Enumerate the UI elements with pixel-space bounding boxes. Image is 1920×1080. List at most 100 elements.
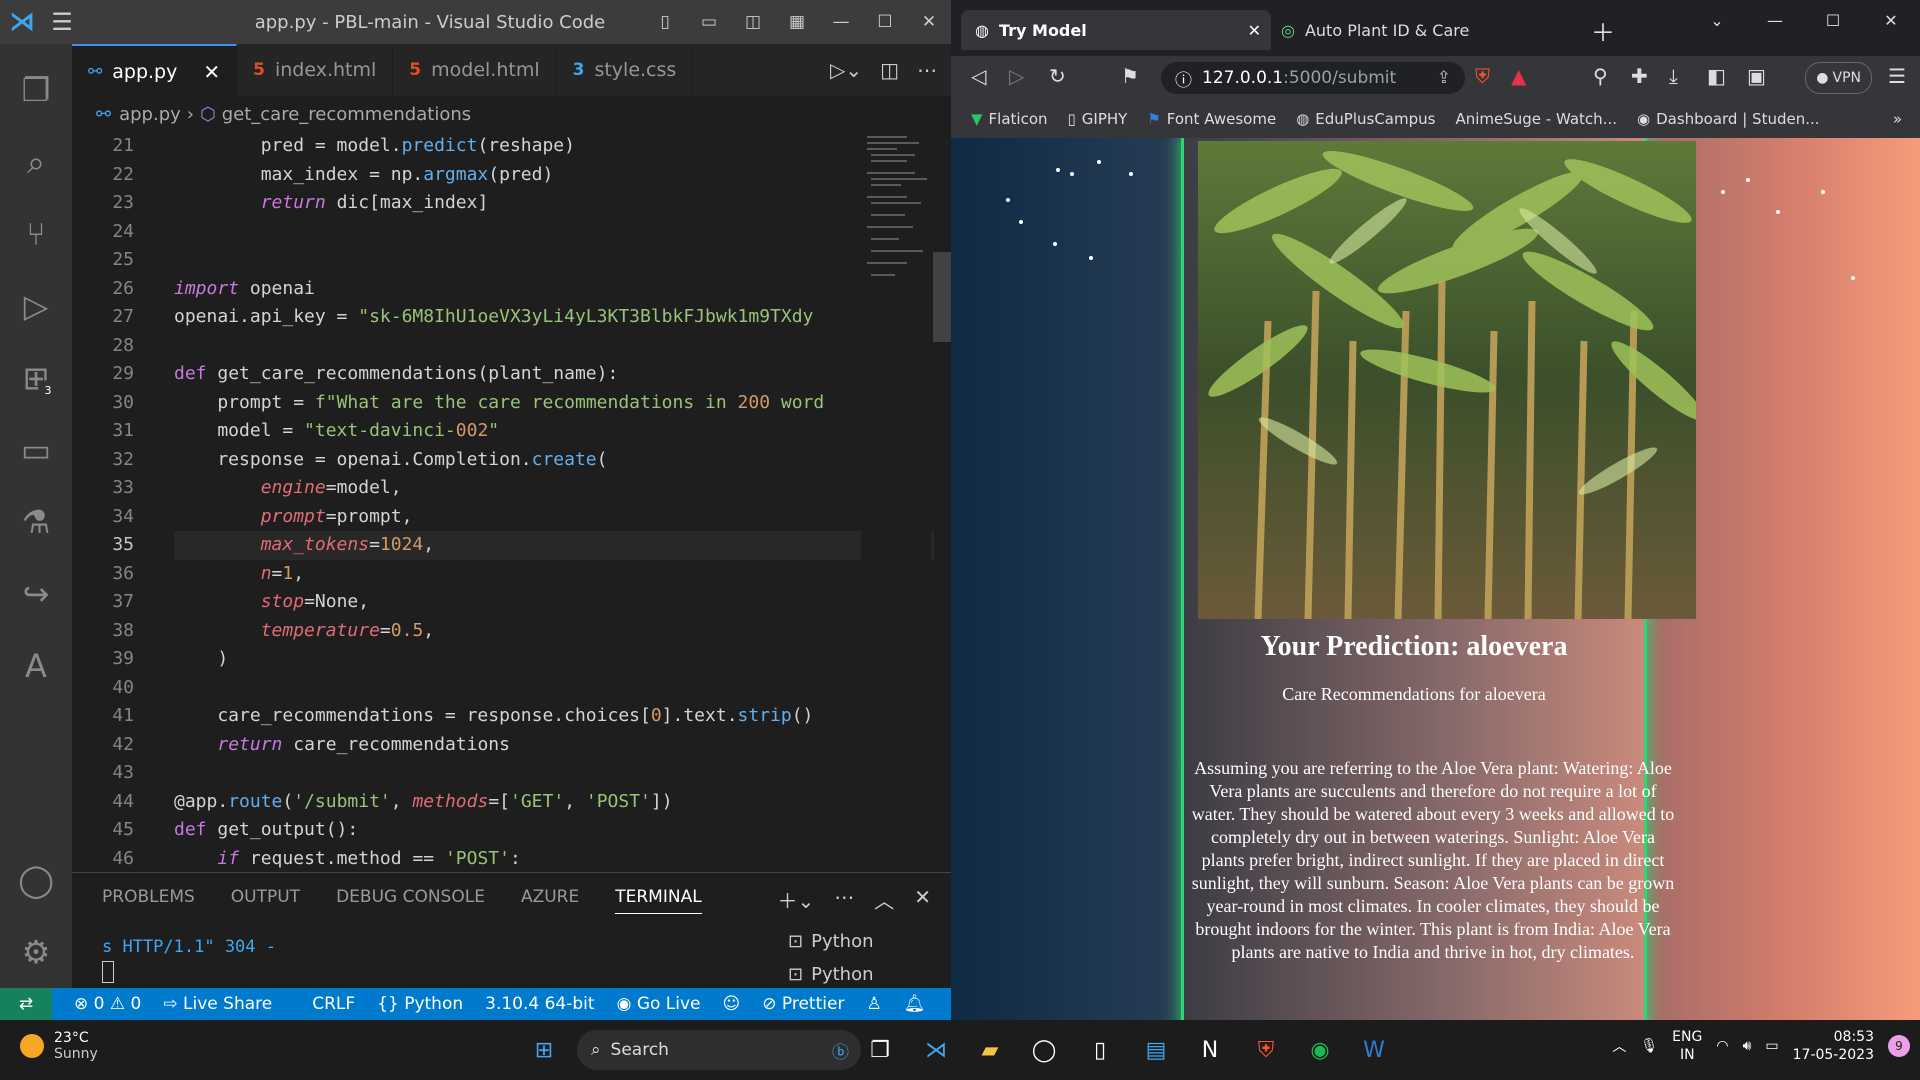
close-button[interactable]: ✕ [1862, 0, 1920, 40]
extensions-icon[interactable]: ✚ [1631, 64, 1648, 88]
notepad-icon[interactable]: ▯ [1082, 1032, 1118, 1068]
chevron-up-icon[interactable]: ︿ [1612, 1036, 1626, 1056]
terminal-output[interactable]: s HTTP/1.1" 304 - [102, 937, 276, 957]
tab-index-html[interactable]: 5 index.html [237, 44, 394, 96]
settings-gear-icon[interactable]: ⚙ [0, 916, 72, 988]
accounts-icon[interactable]: ◯ [0, 844, 72, 916]
clock[interactable]: 08:53 17-05-2023 [1793, 1028, 1874, 1064]
tab-output[interactable]: OUTPUT [231, 887, 300, 914]
bookmark-eduplus[interactable]: ◍ EduPlusCampus [1296, 110, 1435, 128]
extensions-icon[interactable]: ⊞ 3 [0, 342, 72, 414]
more-bookmarks-icon[interactable]: » [1893, 110, 1902, 128]
maximize-panel-icon[interactable]: ︿ [874, 885, 894, 914]
new-tab-button[interactable]: ＋ [1577, 10, 1631, 50]
feedback-icon[interactable]: ♙ [866, 994, 881, 1014]
bookmark-font-awesome[interactable]: ⚑ Font Awesome [1147, 110, 1276, 128]
toggle-primary-sidebar-icon[interactable]: ▯ [643, 0, 687, 44]
split-editor-icon[interactable]: ◫ [880, 58, 899, 82]
editor-scrollbar[interactable] [933, 252, 951, 342]
tab-problems[interactable]: PROBLEMS [102, 887, 195, 914]
browser-tab-auto-plant[interactable]: ◎ Auto Plant ID & Care [1267, 10, 1571, 50]
go-live-status[interactable]: ◉ Go Live [617, 994, 701, 1014]
explorer-icon[interactable]: ❐ [0, 54, 72, 126]
run-debug-icon[interactable]: ▷ [0, 270, 72, 342]
terminal-item[interactable]: ⊡ Python [788, 958, 874, 991]
notification-badge[interactable]: 9 [1888, 1035, 1910, 1057]
toggle-panel-icon[interactable]: ▭ [687, 0, 731, 44]
windows-start-icon[interactable]: ⊞ [526, 1032, 562, 1068]
breadcrumb-file[interactable]: app.py [119, 104, 181, 125]
tab-style-css[interactable]: 3 style.css [557, 44, 694, 96]
battery-icon[interactable]: ▭ [1765, 1038, 1778, 1054]
wallet-lock-icon[interactable]: ⚲ [1593, 64, 1608, 88]
word-icon[interactable]: W [1356, 1032, 1392, 1068]
sidebar-icon[interactable]: ◧ [1707, 64, 1726, 88]
dev-home-icon[interactable]: ▤ [1138, 1032, 1174, 1068]
brave-rewards-icon[interactable]: ▲ [1511, 64, 1526, 88]
minimap[interactable] [861, 132, 931, 872]
run-python-file-icon[interactable]: ▷⌄ [830, 58, 862, 82]
close-tab-icon[interactable]: ✕ [203, 60, 220, 84]
notifications-bell-icon[interactable]: 🔔︎ [904, 994, 926, 1014]
testing-icon[interactable]: ⚗ [0, 486, 72, 558]
live-share-icon[interactable]: ↪ [0, 558, 72, 630]
brave-shields-icon[interactable]: ⛨ [1475, 64, 1490, 88]
share-icon[interactable]: ⇪ [1437, 68, 1451, 88]
browser-menu-icon[interactable]: ☰ [1888, 64, 1906, 88]
bookmark-animesuge[interactable]: AnimeSuge - Watch... [1455, 110, 1617, 128]
tab-app-py[interactable]: ⚯ app.py ✕ [72, 44, 238, 98]
task-view-icon[interactable]: ❐ [862, 1032, 898, 1068]
breadcrumb-symbol[interactable]: get_care_recommendations [222, 104, 471, 125]
toggle-secondary-sidebar-icon[interactable]: ◫ [731, 0, 775, 44]
vpn-button[interactable]: ● VPN [1805, 62, 1872, 94]
tab-debug-console[interactable]: DEBUG CONSOLE [336, 887, 485, 914]
tab-azure[interactable]: AZURE [521, 887, 579, 914]
eol-status[interactable]: CRLF [312, 994, 355, 1014]
browser-tab-try-model[interactable]: ◍ Try Model ✕ [961, 10, 1271, 50]
wifi-icon[interactable]: ◠ [1716, 1038, 1728, 1054]
live-share-status[interactable]: ⇨ Live Share [163, 994, 272, 1014]
more-actions-icon[interactable]: ⋯ [834, 885, 854, 914]
minimize-button[interactable]: — [819, 0, 863, 44]
file-explorer-icon[interactable]: ▰ [972, 1032, 1008, 1068]
forward-icon[interactable]: ▷ [1009, 64, 1024, 88]
customize-layout-icon[interactable]: ▦ [775, 0, 819, 44]
code-editor[interactable]: 21 22 23 24 25 26 27 28 29 30 31 32 33 3… [72, 132, 951, 872]
language-status[interactable]: {} Python [377, 994, 463, 1014]
bookmark-icon[interactable]: ⚑ [1121, 64, 1139, 88]
tab-search-icon[interactable]: ⌄ [1688, 0, 1746, 40]
interpreter-status[interactable]: 3.10.4 64-bit [485, 994, 594, 1014]
reload-icon[interactable]: ↻ [1049, 64, 1066, 88]
close-panel-icon[interactable]: ✕ [914, 885, 931, 914]
microphone-icon[interactable]: 🎙︎ [1640, 1038, 1658, 1054]
maximize-button[interactable]: ☐ [863, 0, 907, 44]
remote-indicator-icon[interactable]: ⇄ [0, 988, 52, 1020]
tab-model-html[interactable]: 5 model.html [393, 44, 557, 96]
dell-icon[interactable]: ◯ [1026, 1032, 1062, 1068]
downloads-icon[interactable]: ⤓ [1669, 64, 1678, 88]
language-indicator[interactable]: ENG IN [1672, 1028, 1702, 1064]
azure-icon[interactable]: A [0, 630, 72, 702]
source-control-icon[interactable]: ⑂ [0, 198, 72, 270]
close-tab-icon[interactable]: ✕ [1248, 21, 1261, 40]
taskbar-search[interactable]: ⌕ Search ⓑ [577, 1030, 861, 1070]
more-actions-icon[interactable]: ⋯ [917, 58, 937, 82]
search-icon[interactable]: ⌕ [0, 126, 72, 198]
maximize-button[interactable]: ☐ [1804, 0, 1862, 40]
spotify-icon[interactable]: ◉ [1302, 1032, 1338, 1068]
remote-explorer-icon[interactable]: ▭ [0, 414, 72, 486]
notion-icon[interactable]: N [1192, 1032, 1228, 1068]
minimize-button[interactable]: — [1746, 0, 1804, 40]
problems-status[interactable]: ⊗ 0 ⚠ 0 [74, 994, 141, 1014]
tab-terminal[interactable]: TERMINAL [615, 887, 702, 914]
bookmark-giphy[interactable]: ▯ GIPHY [1068, 110, 1128, 128]
volume-icon[interactable]: 🔊︎ [1743, 1038, 1752, 1054]
close-button[interactable]: ✕ [907, 0, 951, 44]
weather-widget[interactable]: 23°C Sunny [20, 1030, 98, 1062]
terminal-item[interactable]: ⊡ Python [788, 925, 874, 958]
copilot-icon[interactable]: ☺ [723, 994, 741, 1014]
bookmark-flaticon[interactable]: ▼ Flaticon [971, 110, 1048, 128]
bookmark-dashboard[interactable]: ◉ Dashboard | Studen... [1637, 110, 1820, 128]
menu-icon[interactable]: ☰ [44, 0, 80, 44]
new-terminal-icon[interactable]: ＋⌄ [777, 885, 814, 914]
